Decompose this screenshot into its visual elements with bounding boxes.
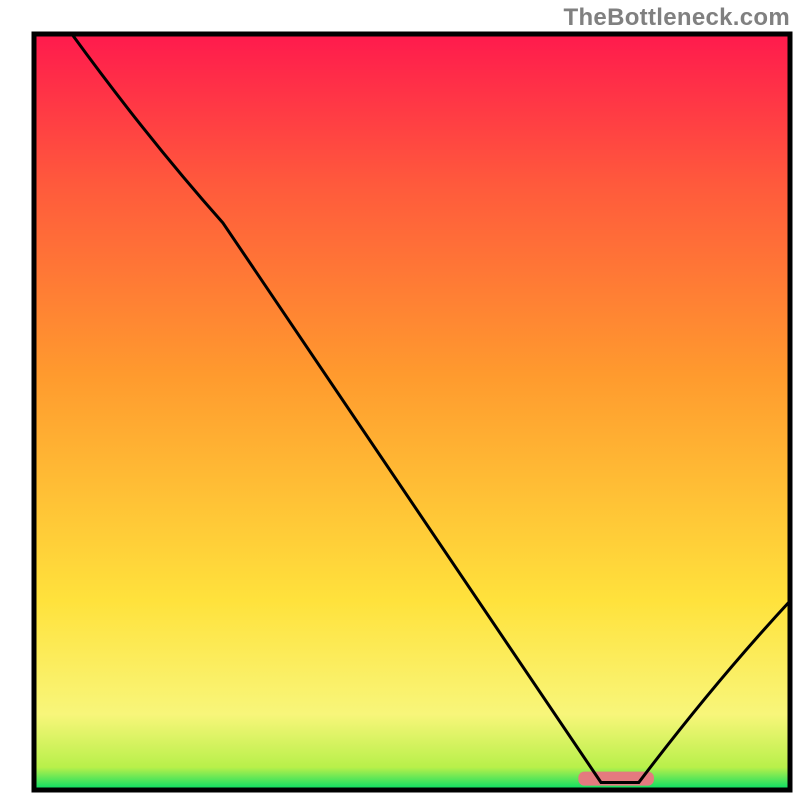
bottleneck-chart [0, 0, 800, 800]
watermark-text: TheBottleneck.com [564, 4, 790, 32]
plot-background [34, 34, 790, 790]
chart-frame: TheBottleneck.com [0, 0, 800, 800]
